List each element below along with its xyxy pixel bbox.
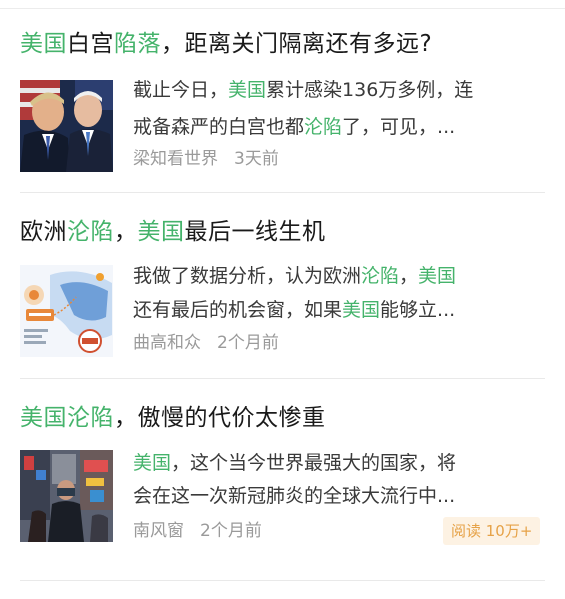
article-meta: 曲高和众 2个月前 bbox=[133, 332, 279, 354]
read-count-badge: 阅读 10万+ bbox=[443, 517, 541, 545]
source-name[interactable]: 曲高和众 bbox=[133, 333, 201, 353]
publish-time: 2个月前 bbox=[217, 333, 279, 353]
article-title[interactable]: 欧洲沦陷，美国最后一线生机 bbox=[20, 217, 326, 247]
article-snippet-line-2: 还有最后的机会窗，如果美国能够立... bbox=[133, 299, 456, 321]
article-snippet-line-1: 我做了数据分析，认为欧洲沦陷，美国 bbox=[133, 265, 457, 287]
article-title[interactable]: 美国沦陷，傲慢的代价太惨重 bbox=[20, 403, 326, 433]
politicians-photo-icon[interactable] bbox=[20, 80, 113, 172]
source-name[interactable]: 梁知看世界 bbox=[133, 149, 218, 169]
publish-time: 3天前 bbox=[234, 149, 279, 169]
article-meta: 南风窗 2个月前 bbox=[133, 520, 262, 542]
article-divider bbox=[20, 580, 545, 581]
article-snippet-line-2: 会在这一次新冠肺炎的全球大流行中... bbox=[133, 485, 456, 507]
article-snippet-line-1: 美国，这个当今世界最强大的国家，将 bbox=[133, 452, 457, 474]
data-map-infographic-icon[interactable] bbox=[20, 265, 113, 357]
article-snippet-line-1: 截止今日，美国累计感染136万多例，连 bbox=[133, 79, 474, 101]
publish-time: 2个月前 bbox=[200, 521, 262, 541]
article-divider bbox=[20, 378, 545, 379]
article-title[interactable]: 美国白宫陷落，距离关门隔离还有多远? bbox=[20, 29, 432, 59]
city-street-photo-icon[interactable] bbox=[20, 450, 113, 542]
article-meta: 梁知看世界 3天前 bbox=[133, 148, 279, 170]
source-name[interactable]: 南风窗 bbox=[133, 521, 184, 541]
article-snippet-line-2: 戒备森严的白宫也都沦陷了，可见，... bbox=[133, 116, 456, 138]
article-divider bbox=[20, 192, 545, 193]
top-divider bbox=[0, 0, 565, 9]
